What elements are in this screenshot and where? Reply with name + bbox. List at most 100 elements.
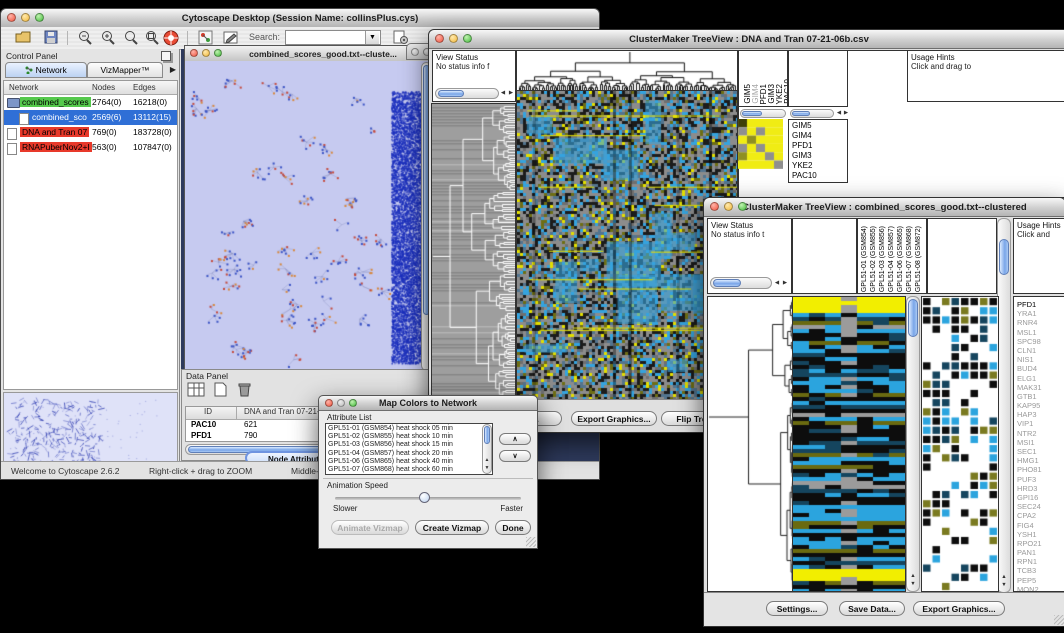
tv2-gene-item[interactable]: KAP95 xyxy=(1014,401,1064,410)
zoom-fit-icon[interactable] xyxy=(142,30,162,47)
tv1-button-export-graphics-[interactable]: Export Graphics... xyxy=(571,411,657,426)
network-view-canvas[interactable] xyxy=(185,61,433,372)
tv2-gene-item[interactable]: SEC1 xyxy=(1014,447,1064,456)
tv1-scroll-left-icon[interactable]: ◀ xyxy=(499,90,507,97)
tv2-heat-scroll-down-icon[interactable]: ▼ xyxy=(909,581,917,588)
network-view-titlebar[interactable]: combined_scores_good.txt--cluste... xyxy=(185,46,433,62)
attr-col-id[interactable]: ID xyxy=(204,407,212,416)
tv2-gene-item[interactable]: RPN1 xyxy=(1014,557,1064,566)
tv2-gene-item[interactable]: VIP1 xyxy=(1014,419,1064,428)
tv2-status-hscrollbar[interactable] xyxy=(710,277,772,289)
tv2-gene-item[interactable]: YRA1 xyxy=(1014,309,1064,318)
move-up-button[interactable]: ∧ xyxy=(499,433,531,445)
create-vizmap-button[interactable]: Create Vizmap xyxy=(415,520,489,535)
dialog-close-button[interactable] xyxy=(325,399,333,407)
tv2-gene-item[interactable]: CLN1 xyxy=(1014,346,1064,355)
attribute-list-scrollbar[interactable]: ▲ ▼ xyxy=(482,424,492,474)
tv2-gene-item[interactable]: GPI16 xyxy=(1014,493,1064,502)
attr-scroll-down-icon[interactable]: ▼ xyxy=(483,465,491,472)
tv2-gene-item[interactable]: YSH1 xyxy=(1014,530,1064,539)
move-down-button[interactable]: ∨ xyxy=(499,450,531,462)
tv2-gene-item[interactable]: PEP5 xyxy=(1014,576,1064,585)
tv2-gene-item[interactable]: GTB1 xyxy=(1014,392,1064,401)
tv2-gene-item[interactable]: HMG1 xyxy=(1014,456,1064,465)
attribute-option[interactable]: GPL51-07 (GSM868) heat shock 60 min xyxy=(326,466,492,474)
zoom-out-icon[interactable] xyxy=(75,30,95,47)
tv2-zoom-scroll-down-icon[interactable]: ▼ xyxy=(1000,582,1008,589)
tv2-gene-item[interactable]: SPC98 xyxy=(1014,337,1064,346)
tv2-gene-item[interactable]: RNR4 xyxy=(1014,318,1064,327)
dialog-titlebar[interactable]: Map Colors to Network xyxy=(319,396,537,411)
tv2-heat-scroll-up-icon[interactable]: ▲ xyxy=(909,573,917,580)
tv1-gene-item[interactable]: GIM5 xyxy=(789,121,847,131)
tv2-gene-item[interactable]: HAP3 xyxy=(1014,410,1064,419)
attribute-option[interactable]: GPL51-03 (GSM856) heat shock 15 min xyxy=(326,441,492,449)
tv2-scroll-right-icon[interactable]: ▶ xyxy=(781,280,789,287)
tv1-gene-item[interactable]: PFD1 xyxy=(789,141,847,151)
tv2-close-button[interactable] xyxy=(710,202,719,211)
tv2-gene-item[interactable]: PFD1 xyxy=(1014,300,1064,309)
main-titlebar[interactable]: Cytoscape Desktop (Session Name: collins… xyxy=(1,9,599,28)
tv2-column-dendrogram-area[interactable] xyxy=(792,218,857,294)
col-nodes[interactable]: Nodes xyxy=(92,83,115,92)
network-row[interactable]: RNAPuberNov2+I563(0)107847(0) xyxy=(4,140,177,155)
search-dropdown-icon[interactable]: ▼ xyxy=(365,31,379,44)
open-icon[interactable] xyxy=(13,30,33,47)
tab-overflow-icon[interactable]: ▶ xyxy=(170,65,176,74)
zoom-selected-icon[interactable] xyxy=(121,30,141,47)
tv2-button-export-graphics-[interactable]: Export Graphics... xyxy=(913,601,1005,616)
tab-vizmapper[interactable]: VizMapper™ xyxy=(87,62,163,78)
tv2-scroll-left-icon[interactable]: ◀ xyxy=(773,280,781,287)
tv1-list-hscrollbar[interactable] xyxy=(790,109,834,118)
tv2-gene-item[interactable]: MAK31 xyxy=(1014,383,1064,392)
col-network[interactable]: Network xyxy=(9,83,38,92)
tv2-gene-item[interactable]: CPA2 xyxy=(1014,511,1064,520)
tv2-gene-item[interactable]: NIS1 xyxy=(1014,355,1064,364)
treeview2-titlebar[interactable]: ClusterMaker TreeView : combined_scores_… xyxy=(704,198,1064,217)
tv2-gene-item[interactable]: MSL1 xyxy=(1014,328,1064,337)
tv2-gene-item[interactable]: NTR2 xyxy=(1014,429,1064,438)
network-minimize-button[interactable] xyxy=(202,49,210,57)
tv2-heatmap[interactable] xyxy=(792,296,906,592)
tv2-gene-item[interactable]: HRD3 xyxy=(1014,484,1064,493)
treeview1-titlebar[interactable]: ClusterMaker TreeView : DNA and Tran 07-… xyxy=(429,30,1064,49)
tv2-minimize-button[interactable] xyxy=(724,202,733,211)
save-icon[interactable] xyxy=(41,30,61,47)
attribute-option[interactable]: GPL51-02 (GSM855) heat shock 10 min xyxy=(326,433,492,441)
tv1-gene-item[interactable]: PAC10 xyxy=(789,171,847,181)
animate-vizmap-button[interactable]: Animate Vizmap xyxy=(331,520,409,535)
tv2-button-settings-[interactable]: Settings... xyxy=(766,601,828,616)
tv2-button-save-data-[interactable]: Save Data... xyxy=(839,601,905,616)
network-close-button[interactable] xyxy=(190,49,198,57)
tv1-scroll-right-icon[interactable]: ▶ xyxy=(507,90,515,97)
network-zoom-button[interactable] xyxy=(214,49,222,57)
tv2-heatmap-vscrollbar[interactable]: ▲ ▼ xyxy=(906,296,920,592)
dialog-zoom-button[interactable] xyxy=(349,399,357,407)
tv2-gene-item[interactable]: PHO81 xyxy=(1014,465,1064,474)
zoom-button[interactable] xyxy=(35,13,44,22)
tv2-gene-item[interactable]: MON2 xyxy=(1014,585,1064,592)
network-row[interactable]: DNA and Tran 07769(0)183728(0) xyxy=(4,125,177,140)
tv2-resize-grip[interactable] xyxy=(1054,615,1064,625)
tv2-gene-item[interactable]: PUF3 xyxy=(1014,475,1064,484)
tv2-gene-item[interactable]: BUD4 xyxy=(1014,364,1064,373)
delete-attribute-icon[interactable] xyxy=(234,382,254,399)
tv1-list-scroll-right-icon[interactable]: ▶ xyxy=(842,110,850,117)
tv2-gene-item[interactable]: RPO21 xyxy=(1014,539,1064,548)
tv1-row-dendrogram[interactable] xyxy=(431,103,516,401)
tv1-gene-item[interactable]: GIM4 xyxy=(789,131,847,141)
tv1-minimize-button[interactable] xyxy=(449,34,458,43)
tv1-gene-item[interactable]: GIM3 xyxy=(789,151,847,161)
col-edges[interactable]: Edges xyxy=(133,83,156,92)
tv2-zoom-scroll-up-icon[interactable]: ▲ xyxy=(1000,574,1008,581)
new-attribute-icon[interactable] xyxy=(210,382,230,399)
inactive-close-button[interactable] xyxy=(411,48,419,56)
table-mode-icon[interactable] xyxy=(186,382,206,399)
tv2-gene-item[interactable]: MSI1 xyxy=(1014,438,1064,447)
help-ring-icon[interactable] xyxy=(161,30,181,47)
tv2-zoom-vscrollbar[interactable]: ▲ ▼ xyxy=(997,218,1011,593)
tv2-row-dendrogram[interactable] xyxy=(707,296,794,592)
attribute-option[interactable]: GPL51-01 (GSM854) heat shock 05 min xyxy=(326,425,492,433)
tv1-status-hscrollbar[interactable] xyxy=(435,88,499,99)
speed-slider-thumb[interactable] xyxy=(419,492,430,503)
